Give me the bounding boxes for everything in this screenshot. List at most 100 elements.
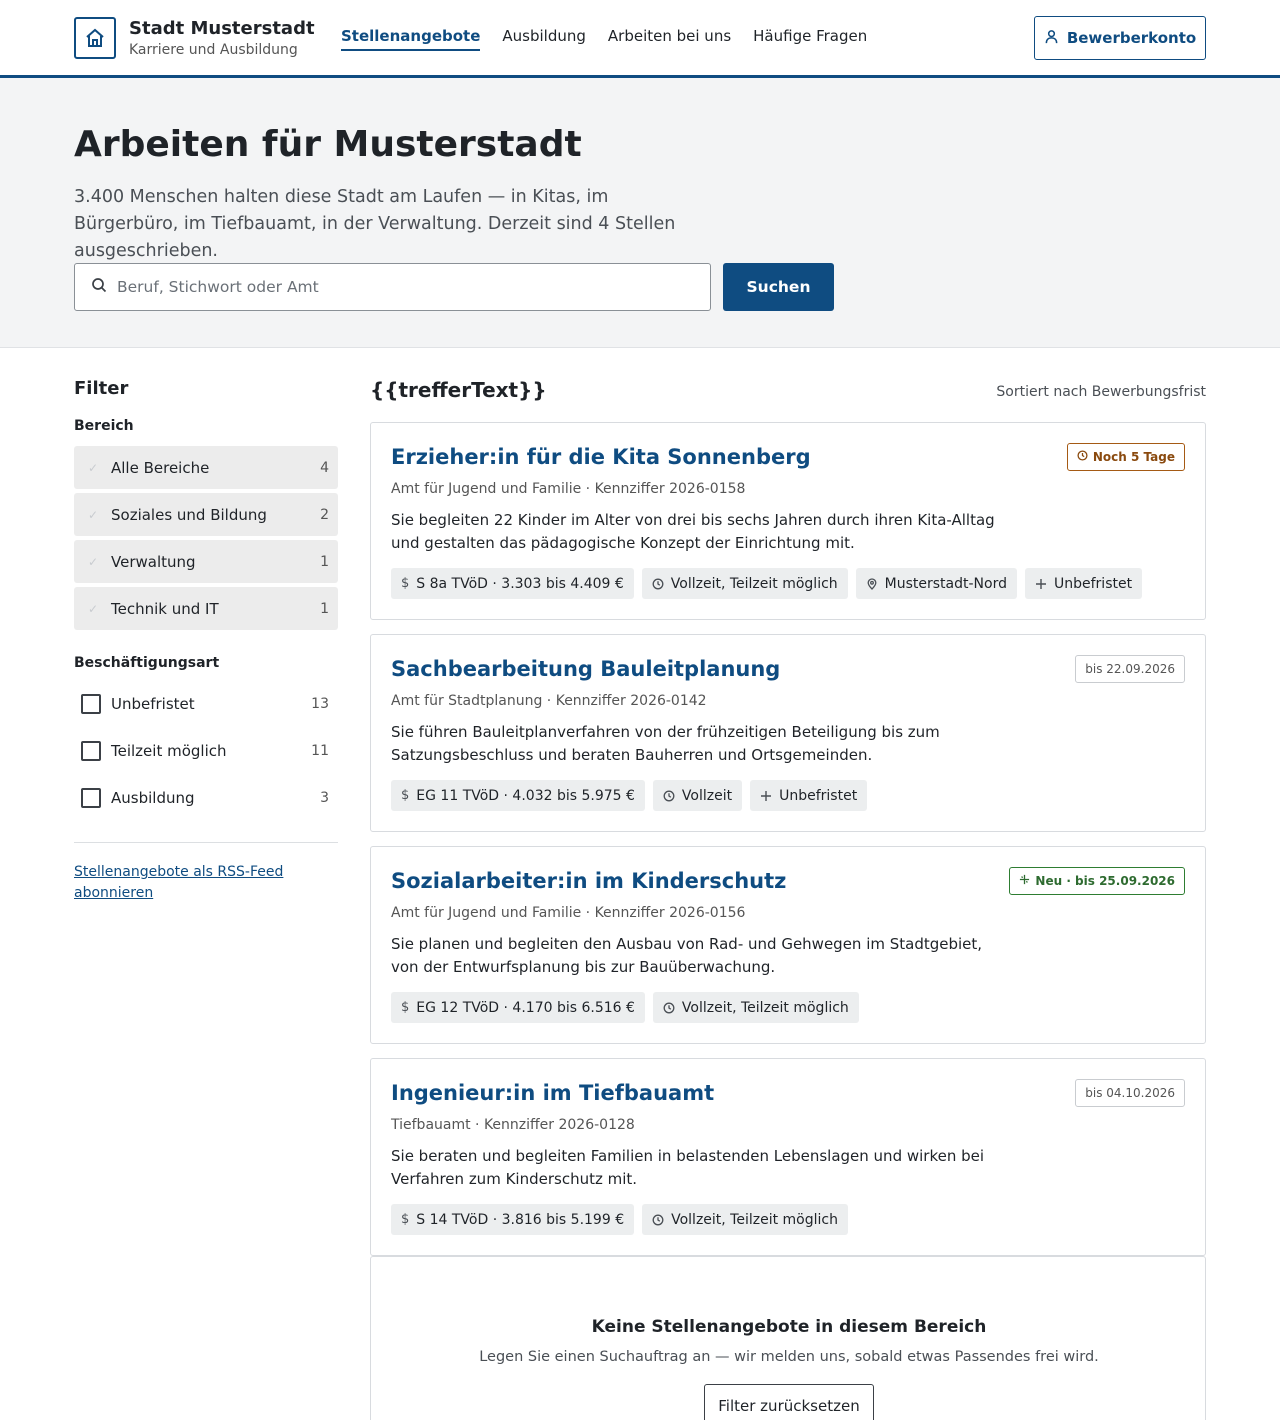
- reset-filters-button[interactable]: Filter zurücksetzen: [704, 1384, 874, 1420]
- area-filter-label-text: Alle Bereiche: [111, 458, 210, 477]
- chip-text: Unbefristet: [779, 787, 858, 804]
- check-icon: ✓: [88, 507, 99, 522]
- area-filter-count: 1: [320, 600, 329, 617]
- deadline-badge-text: bis 04.10.2026: [1085, 1086, 1175, 1100]
- deadline-badge: bis 22.09.2026: [1075, 655, 1185, 683]
- deadline-badge: Noch 5 Tage: [1066, 443, 1185, 471]
- dollar-icon: $: [401, 788, 410, 803]
- checkbox[interactable]: [81, 788, 101, 808]
- area-filter-technik-it[interactable]: ✓ Technik und IT 1: [74, 587, 338, 630]
- check-icon: ✓: [88, 460, 99, 475]
- employment-filter-ausbildung[interactable]: Ausbildung 3: [74, 778, 338, 818]
- chip-text: Musterstadt-Nord: [884, 575, 1007, 592]
- employment-filter-count: 13: [311, 696, 329, 712]
- check-icon: ✓: [88, 601, 99, 616]
- job-tags: $ S 8a TVöD · 3.303 bis 4.409 € Vollzeit,…: [391, 568, 1143, 599]
- employment-filter-teilzeit[interactable]: Teilzeit möglich 11: [74, 731, 338, 771]
- dollar-icon: $: [401, 1212, 410, 1227]
- job-card[interactable]: Sachbearbeitung Bauleitplanung bis 22.09…: [370, 634, 1206, 832]
- area-filter-label-text: Soziales und Bildung: [111, 505, 267, 524]
- employment-filter-count: 11: [311, 743, 329, 759]
- sort-indicator[interactable]: Sortiert nach Bewerbungsfrist: [940, 384, 1206, 400]
- employment-filter-unbefristet[interactable]: Unbefristet 13: [74, 684, 338, 724]
- site-header: Stadt Musterstadt Karriere und Ausbildun…: [0, 0, 1280, 78]
- account-button[interactable]: Bewerberkonto: [1034, 16, 1206, 60]
- search-input[interactable]: [117, 278, 677, 296]
- deadline-badge-text: Noch 5 Tage: [1092, 450, 1175, 464]
- job-card[interactable]: Sozialarbeiter:in im Kinderschutz Neu · …: [370, 846, 1206, 1044]
- chip-text: Vollzeit, Teilzeit möglich: [681, 999, 849, 1016]
- dollar-icon: $: [401, 576, 410, 591]
- plus-icon: [1035, 578, 1047, 590]
- employment-filter-label-text: Unbefristet: [111, 695, 195, 713]
- area-filter-verwaltung[interactable]: ✓ Verwaltung 1: [74, 540, 338, 583]
- job-meta: Amt für Jugend und Familie · Kennziffer …: [391, 481, 746, 497]
- salary-chip: $ EG 12 TVöD · 4.170 bis 6.516 €: [391, 992, 645, 1023]
- location-pin-icon: [866, 577, 878, 590]
- employment-filter-label: Beschäftigungsart: [74, 655, 220, 671]
- clock-icon: [652, 578, 664, 590]
- checkbox[interactable]: [81, 694, 101, 714]
- page-title: Arbeiten für Musterstadt: [74, 124, 582, 165]
- area-filter-label-text: Verwaltung: [111, 552, 196, 571]
- new-badge: Neu · bis 25.09.2026: [1009, 867, 1185, 895]
- area-filter-soziales-bildung[interactable]: ✓ Soziales und Bildung 2: [74, 493, 338, 536]
- job-title-link[interactable]: Erzieher:in für die Kita Sonnenberg: [391, 445, 811, 469]
- user-icon: [1044, 29, 1059, 48]
- job-tags: $ EG 12 TVöD · 4.170 bis 6.516 € Vollzeit…: [391, 992, 859, 1023]
- employment-filter-count: 3: [320, 790, 329, 806]
- filter-title: Filter: [74, 378, 129, 399]
- contract-chip: Unbefristet: [1025, 568, 1143, 599]
- job-description: Sie planen und begleiten den Ausbau von …: [391, 935, 983, 976]
- clock-icon: [652, 1214, 664, 1226]
- brand-title[interactable]: Stadt Musterstadt: [129, 18, 315, 39]
- job-meta: Tiefbauamt · Kennziffer 2026-0128: [391, 1117, 635, 1133]
- search-button[interactable]: Suchen: [723, 263, 834, 311]
- city-hall-icon[interactable]: [74, 17, 116, 59]
- hours-chip: Vollzeit, Teilzeit möglich: [642, 1204, 848, 1235]
- nav-item-stellenangebote[interactable]: Stellenangebote: [341, 27, 481, 51]
- nav-item-arbeiten-bei-uns[interactable]: Arbeiten bei uns: [608, 27, 731, 51]
- nav-item-faq[interactable]: Häufige Fragen: [753, 27, 867, 51]
- rss-feed-link[interactable]: Stellenangebote als RSS-Feed abonnieren: [74, 862, 304, 904]
- dollar-icon: $: [401, 1000, 410, 1015]
- salary-chip: $ S 14 TVöD · 3.816 bis 5.199 €: [391, 1204, 635, 1235]
- job-title-link[interactable]: Sachbearbeitung Bauleitplanung: [391, 657, 780, 681]
- area-filter-count: 2: [320, 506, 329, 523]
- chip-text: S 14 TVöD · 3.816 bis 5.199 €: [416, 1211, 625, 1228]
- empty-state-title: Keine Stellenangebote in diesem Bereich: [591, 1317, 987, 1337]
- hero-section: Arbeiten für Musterstadt 3.400 Menschen …: [0, 78, 1280, 348]
- results-title: {{trefferText}}: [370, 378, 547, 402]
- search-box[interactable]: [74, 263, 711, 311]
- chip-text: Unbefristet: [1054, 575, 1133, 592]
- hero-intro-text: 3.400 Menschen halten diese Stadt am Lau…: [74, 187, 676, 261]
- brand-subtitle: Karriere und Ausbildung: [129, 42, 298, 58]
- employment-filter-label-text: Ausbildung: [111, 789, 195, 807]
- chip-text: EG 11 TVöD · 4.032 bis 5.975 €: [416, 787, 635, 804]
- job-tags: $ EG 11 TVöD · 4.032 bis 5.975 € Vollzeit…: [391, 780, 868, 811]
- contract-chip: Unbefristet: [750, 780, 868, 811]
- job-card[interactable]: Erzieher:in für die Kita Sonnenberg Noch…: [370, 422, 1206, 620]
- job-meta: Amt für Stadtplanung · Kennziffer 2026-0…: [391, 693, 707, 709]
- job-title-link[interactable]: Ingenieur:in im Tiefbauamt: [391, 1081, 714, 1105]
- job-description: Sie begleiten 22 Kinder im Alter von dre…: [391, 511, 995, 552]
- checkbox[interactable]: [81, 741, 101, 761]
- plus-icon: [760, 790, 772, 802]
- empty-state: Keine Stellenangebote in diesem Bereich …: [370, 1256, 1206, 1420]
- sparkle-icon: [1019, 874, 1030, 888]
- hours-chip: Vollzeit: [652, 780, 743, 811]
- deadline-badge-text: bis 22.09.2026: [1085, 662, 1175, 676]
- chip-text: S 8a TVöD · 3.303 bis 4.409 €: [416, 575, 624, 592]
- area-filter-alle-bereiche[interactable]: ✓ Alle Bereiche 4: [74, 446, 338, 489]
- new-badge-text: Neu · bis 25.09.2026: [1035, 874, 1175, 888]
- hours-chip: Vollzeit, Teilzeit möglich: [641, 568, 848, 599]
- salary-chip: $ S 8a TVöD · 3.303 bis 4.409 €: [391, 568, 634, 599]
- nav-item-ausbildung[interactable]: Ausbildung: [502, 27, 586, 51]
- clock-icon: [1077, 450, 1088, 464]
- chip-text: Vollzeit: [681, 787, 733, 804]
- clock-icon: [663, 1002, 675, 1014]
- job-card[interactable]: Ingenieur:in im Tiefbauamt bis 04.10.202…: [370, 1058, 1206, 1256]
- sidebar-divider: [74, 842, 338, 843]
- job-title-link[interactable]: Sozialarbeiter:in im Kinderschutz: [391, 869, 786, 893]
- deadline-badge: bis 04.10.2026: [1075, 1079, 1185, 1107]
